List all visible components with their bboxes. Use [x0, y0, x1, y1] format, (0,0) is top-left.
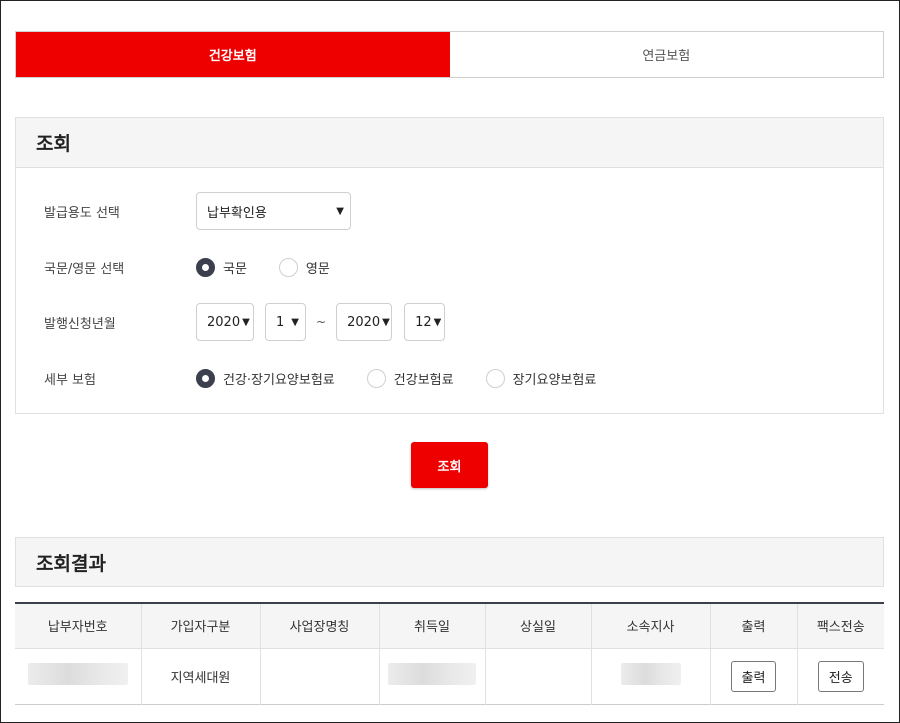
insurance-detail-label: 세부 보험: [44, 372, 96, 388]
query-panel-title: 조회: [16, 118, 883, 168]
language-row: 국문/영문 선택 국문 영문: [44, 248, 362, 286]
chevron-down-icon: ▼: [291, 316, 299, 328]
radio-option-korean[interactable]: 국문: [196, 257, 247, 277]
redacted-value: [620, 663, 681, 685]
from-month-value: 1: [276, 314, 285, 330]
insurance-detail-row: 세부 보험 건강·장기요양보험료 건강보험료 장기요양보험료: [44, 359, 628, 397]
to-year-value: 2020: [347, 314, 381, 330]
period-row: 발행신청년월 2020 ▼ 1 ▼ ~ 2020 ▼ 12 ▼: [44, 303, 446, 341]
radio-option-english[interactable]: 영문: [278, 257, 330, 277]
radio-checked-icon[interactable]: [196, 257, 215, 277]
cell-subscriber-type: 지역세대원: [141, 648, 261, 704]
purpose-select-value: 납부확인용: [207, 205, 267, 221]
chevron-down-icon: ▼: [433, 316, 442, 328]
table-header-row: 납부자번호 가입자구분 사업장명칭 취득일 상실일 소속지사 출력 팩스전송: [15, 603, 884, 649]
purpose-select[interactable]: 납부확인용 ▼: [196, 192, 351, 230]
results-title: 조회결과: [15, 537, 884, 587]
cell-loss-date: [485, 648, 592, 704]
purpose-row: 발급용도 선택 납부확인용 ▼: [44, 192, 351, 230]
redacted-value: [388, 663, 476, 685]
radio-label-health: 건강보험료: [393, 372, 454, 388]
chevron-down-icon: ▼: [382, 316, 390, 328]
radio-unchecked-icon[interactable]: [278, 257, 298, 277]
to-month-select[interactable]: 12 ▼: [404, 303, 446, 341]
chevron-down-icon: ▼: [336, 205, 344, 217]
col-payer-number: 납부자번호: [15, 603, 142, 649]
col-branch: 소속지사: [591, 603, 711, 649]
radio-option-health[interactable]: 건강보험료: [366, 368, 454, 388]
cell-acquisition-date: [379, 648, 486, 704]
radio-label-english: 영문: [305, 261, 330, 277]
table-row: 지역세대원 출력 전송: [15, 648, 884, 704]
print-button[interactable]: 출력: [730, 660, 777, 692]
cell-branch: [591, 648, 711, 704]
radio-label-korean: 국문: [223, 261, 247, 277]
radio-label-longterm: 장기요양보험료: [512, 372, 597, 388]
radio-unchecked-icon[interactable]: [485, 368, 505, 388]
tab-health-insurance[interactable]: 건강보험: [16, 32, 450, 77]
cell-payer-number: [15, 648, 142, 704]
from-month-select[interactable]: 1 ▼: [265, 303, 306, 341]
from-year-value: 2020: [207, 314, 241, 330]
col-workplace-name: 사업장명칭: [260, 603, 380, 649]
query-panel: 조회 발급용도 선택 납부확인용 ▼ 국문/영문 선택 국문 영문 발행신청년월…: [15, 117, 884, 414]
search-button[interactable]: 조회: [411, 442, 488, 488]
period-label: 발행신청년월: [44, 316, 116, 332]
radio-checked-icon[interactable]: [196, 368, 215, 388]
from-year-select[interactable]: 2020 ▼: [196, 303, 254, 341]
results-table: 납부자번호 가입자구분 사업장명칭 취득일 상실일 소속지사 출력 팩스전송 지…: [15, 602, 884, 705]
col-acquisition-date: 취득일: [379, 603, 486, 649]
cell-print: 출력: [710, 648, 798, 704]
insurance-tabs: 건강보험 연금보험: [15, 31, 884, 78]
col-subscriber-type: 가입자구분: [141, 603, 261, 649]
to-year-select[interactable]: 2020 ▼: [336, 303, 393, 341]
cell-fax: 전송: [797, 648, 884, 704]
purpose-label: 발급용도 선택: [44, 205, 120, 221]
chevron-down-icon: ▼: [242, 316, 250, 328]
radio-unchecked-icon[interactable]: [366, 368, 386, 388]
period-separator: ~: [316, 315, 327, 329]
tab-pension-insurance[interactable]: 연금보험: [449, 32, 883, 77]
radio-option-longterm[interactable]: 장기요양보험료: [485, 368, 597, 388]
language-label: 국문/영문 선택: [44, 261, 125, 277]
fax-send-button[interactable]: 전송: [817, 660, 864, 692]
col-fax: 팩스전송: [797, 603, 884, 649]
cell-workplace-name: [260, 648, 380, 704]
redacted-value: [27, 663, 128, 685]
radio-label-health-longterm: 건강·장기요양보험료: [223, 372, 335, 388]
to-month-value: 12: [415, 314, 432, 330]
radio-option-health-longterm[interactable]: 건강·장기요양보험료: [196, 368, 335, 388]
col-print: 출력: [710, 603, 798, 649]
col-loss-date: 상실일: [485, 603, 592, 649]
